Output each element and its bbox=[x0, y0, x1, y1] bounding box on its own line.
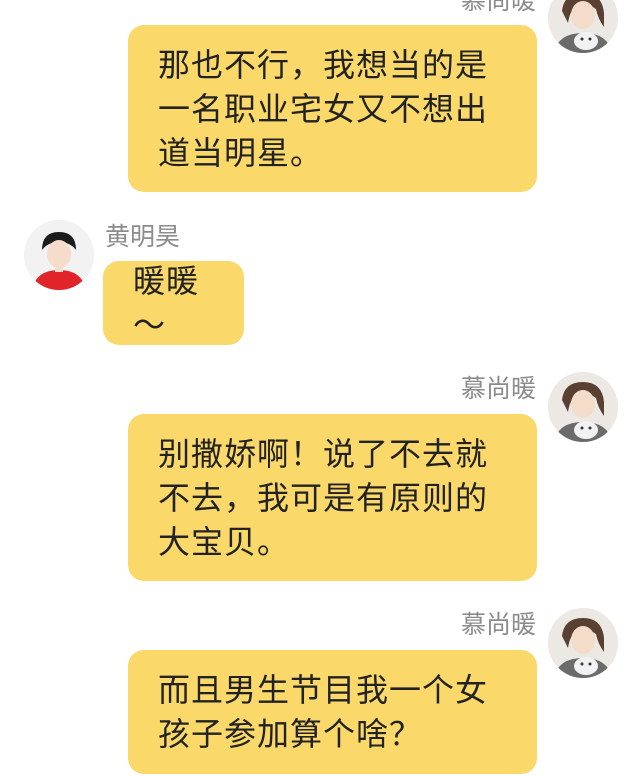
message-text: 那也不行，我想当的是 一名职业宅女又不想出 道当明星。 bbox=[158, 45, 489, 172]
sender-name: 黄明昊 bbox=[105, 222, 181, 251]
message-bubble[interactable]: 暖暖～ bbox=[103, 261, 244, 345]
girl-with-cat-avatar-icon[interactable] bbox=[548, 0, 618, 53]
message-text: 暖暖～ bbox=[133, 262, 200, 344]
girl-with-cat-avatar-icon[interactable] bbox=[548, 372, 618, 442]
message-bubble[interactable]: 那也不行，我想当的是 一名职业宅女又不想出 道当明星。 bbox=[128, 25, 537, 192]
message-text: 而且男生节目我一个女 孩子参加算个啥？ bbox=[158, 671, 489, 753]
boy-red-shirt-avatar-icon[interactable] bbox=[24, 220, 94, 290]
sender-name: 慕尚暖 bbox=[460, 610, 536, 639]
girl-with-cat-avatar-icon[interactable] bbox=[548, 608, 618, 678]
message-bubble[interactable]: 别撒娇啊！说了不去就 不去，我可是有原则的 大宝贝。 bbox=[128, 414, 537, 581]
message-text: 别撒娇啊！说了不去就 不去，我可是有原则的 大宝贝。 bbox=[158, 434, 489, 561]
sender-name: 慕尚暖 bbox=[460, 374, 536, 403]
sender-name: 慕尚暖 bbox=[460, 0, 536, 15]
message-bubble[interactable]: 而且男生节目我一个女 孩子参加算个啥？ bbox=[128, 650, 537, 774]
